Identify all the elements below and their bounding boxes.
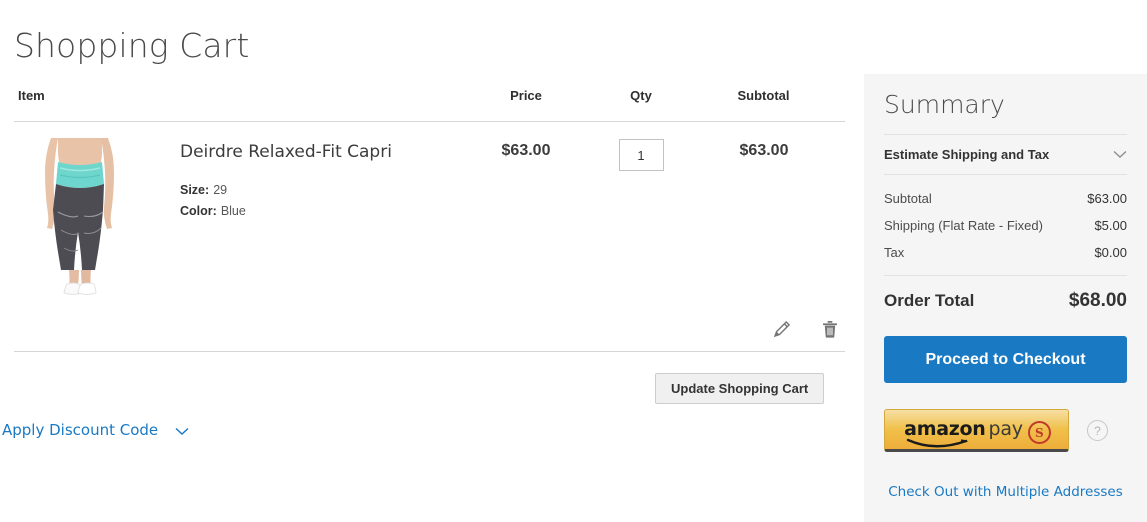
chevron-down-icon — [1113, 146, 1127, 164]
apply-discount-code-toggle[interactable]: Apply Discount Code — [2, 420, 189, 441]
cart-header-row: Item Price Qty Subtotal — [14, 88, 845, 122]
totals-row-shipping: Shipping (Flat Rate - Fixed) $5.00 — [884, 212, 1127, 239]
option-label-color: Color: — [180, 204, 217, 218]
column-header-qty: Qty — [586, 88, 696, 122]
cart-table-body: Deirdre Relaxed-Fit Capri Size: 29 Color:… — [14, 122, 845, 300]
item-actions — [14, 318, 845, 350]
amazon-pay-suffix: pay — [988, 418, 1023, 440]
option-value-size: 29 — [213, 183, 228, 197]
product-details-cell: Deirdre Relaxed-Fit Capri Size: 29 Color:… — [179, 122, 466, 300]
trash-icon[interactable] — [819, 318, 845, 344]
order-total-label: Order Total — [884, 291, 975, 310]
check-out-multiple-addresses-link[interactable]: Check Out with Multiple Addresses — [884, 484, 1127, 500]
amazon-smile-icon — [906, 438, 969, 448]
amazon-pay-row: amazon pay S ? — [884, 409, 1127, 452]
cart-table: Item Price Qty Subtotal Deirdre Relaxed-… — [14, 88, 845, 299]
proceed-to-checkout-button[interactable]: Proceed to Checkout — [884, 336, 1127, 383]
page-title: Shopping Cart — [14, 26, 250, 66]
amazon-pay-secure-badge: S — [1027, 421, 1051, 444]
option-value-color: Blue — [220, 204, 246, 218]
totals-row-tax: Tax $0.00 — [884, 239, 1127, 266]
totals-row-subtotal: Subtotal $63.00 — [884, 185, 1127, 212]
summary-title: Summary — [884, 90, 1005, 119]
product-price: $63.00 — [501, 142, 551, 159]
product-image-graphic — [18, 138, 141, 298]
product-image[interactable] — [18, 138, 141, 298]
cart-row-divider — [14, 351, 845, 352]
order-total-row: Order Total $68.00 — [884, 276, 1127, 312]
cart-table-head: Item Price Qty Subtotal — [14, 88, 845, 122]
totals-label-shipping: Shipping (Flat Rate - Fixed) — [884, 218, 1043, 233]
product-photo-cell — [14, 122, 179, 300]
estimate-shipping-label: Estimate Shipping and Tax — [884, 147, 1050, 162]
chevron-down-icon-graphic — [1113, 150, 1127, 158]
pencil-icon-graphic — [773, 321, 790, 338]
totals-value-shipping: $5.00 — [1094, 218, 1127, 233]
totals-label-tax: Tax — [884, 245, 905, 260]
column-header-price: Price — [466, 88, 586, 122]
amazon-pay-button[interactable]: amazon pay S — [884, 409, 1069, 452]
trash-icon-graphic — [823, 321, 837, 338]
apply-discount-code-label: Apply Discount Code — [2, 421, 159, 439]
totals-value-tax: $0.00 — [1094, 245, 1127, 260]
estimate-shipping-and-tax-toggle[interactable]: Estimate Shipping and Tax — [884, 135, 1127, 174]
pencil-icon[interactable] — [771, 318, 797, 344]
option-label-size: Size: — [180, 183, 210, 197]
column-header-item: Item — [14, 88, 466, 122]
product-options: Size: 29 Color: Blue — [180, 180, 465, 222]
column-header-subtotal: Subtotal — [696, 88, 845, 122]
chevron-down-icon — [175, 421, 189, 441]
quantity-input[interactable] — [618, 139, 664, 171]
totals-label-subtotal: Subtotal — [884, 191, 932, 206]
order-summary-panel: Summary Estimate Shipping and Tax Subtot… — [864, 74, 1147, 522]
question-mark-icon[interactable]: ? — [1087, 420, 1108, 441]
product-subtotal: $63.00 — [739, 142, 789, 159]
totals-value-subtotal: $63.00 — [1087, 191, 1127, 206]
product-option-size: Size: 29 — [180, 180, 465, 201]
order-total-value: $68.00 — [1068, 290, 1127, 311]
update-shopping-cart-button[interactable]: Update Shopping Cart — [655, 373, 825, 404]
product-qty-cell — [586, 122, 696, 300]
cart-table-container: Item Price Qty Subtotal Deirdre Relaxed-… — [14, 88, 845, 299]
chevron-down-icon-graphic — [175, 427, 189, 435]
product-name[interactable]: Deirdre Relaxed-Fit Capri — [180, 138, 465, 163]
table-row: Deirdre Relaxed-Fit Capri Size: 29 Color:… — [14, 122, 845, 300]
totals-list: Subtotal $63.00 Shipping (Flat Rate - Fi… — [884, 175, 1127, 266]
product-option-color: Color: Blue — [180, 201, 465, 222]
amazon-pay-logo: amazon pay S — [904, 418, 1051, 448]
